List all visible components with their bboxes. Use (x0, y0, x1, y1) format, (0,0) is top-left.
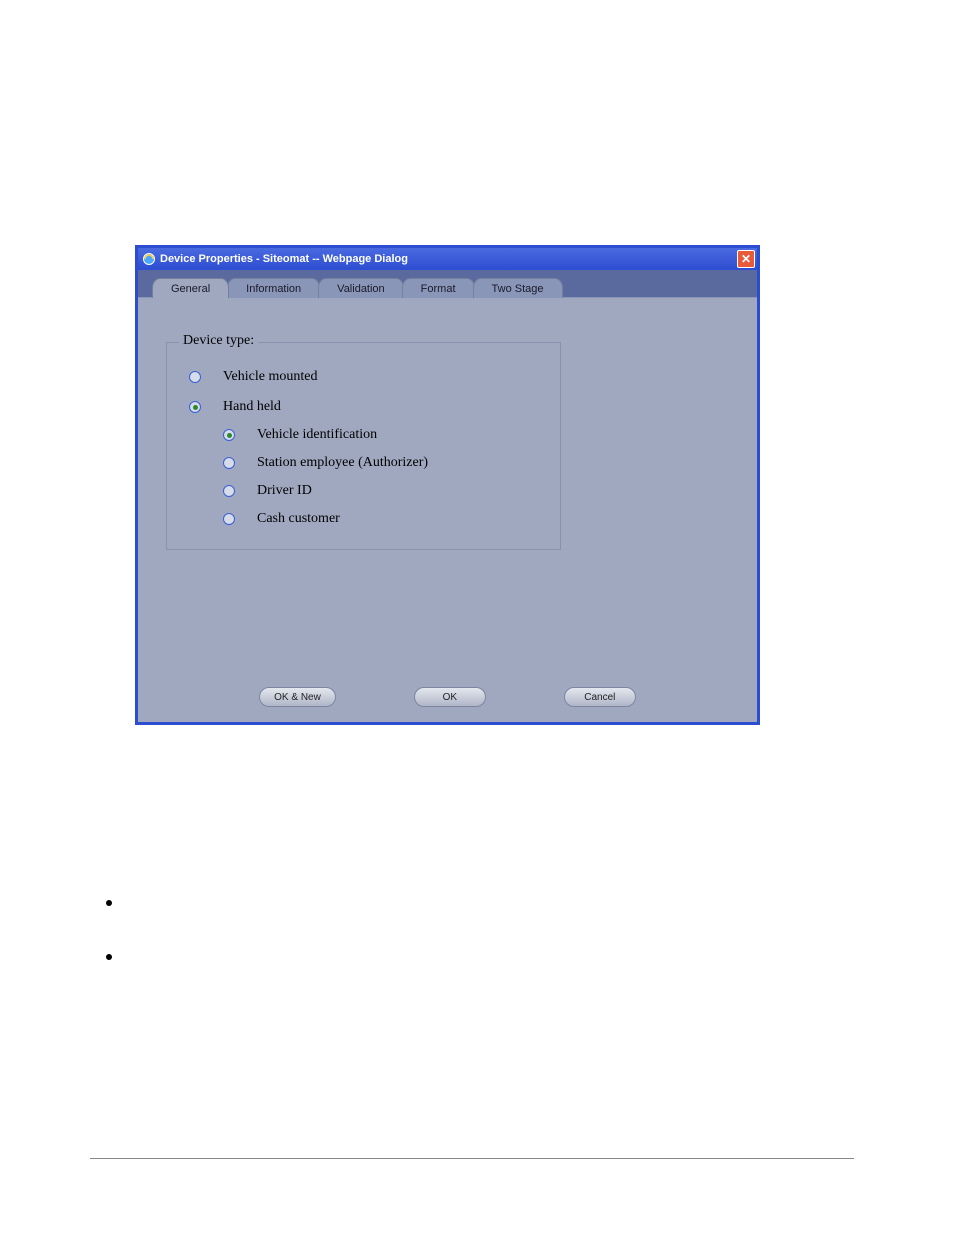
radio-vehicle-identification-row: Vehicle identification (223, 427, 542, 443)
radio-vehicle-identification[interactable] (223, 429, 235, 441)
radio-station-employee[interactable] (223, 457, 235, 469)
tab-validation[interactable]: Validation (318, 278, 404, 298)
ie-icon (142, 252, 156, 266)
bullet-item (106, 900, 112, 906)
dialog-title: Device Properties - Siteomat -- Webpage … (160, 253, 408, 265)
tab-two-stage[interactable]: Two Stage (473, 278, 563, 298)
tab-information[interactable]: Information (227, 278, 320, 298)
ok-button[interactable]: OK (414, 687, 486, 707)
device-type-group: Device type: Vehicle mounted Hand held V… (166, 342, 561, 550)
sub-options: Vehicle identification Station employee … (223, 427, 542, 527)
radio-station-employee-label: Station employee (Authorizer) (257, 455, 428, 471)
close-icon: ✕ (741, 252, 751, 266)
ok-new-button[interactable]: OK & New (259, 687, 336, 707)
radio-cash-customer[interactable] (223, 513, 235, 525)
tab-format[interactable]: Format (402, 278, 475, 298)
tab-general[interactable]: General (152, 278, 229, 298)
radio-vehicle-mounted-row: Vehicle mounted (189, 369, 542, 385)
radio-driver-id-label: Driver ID (257, 483, 312, 499)
cancel-button[interactable]: Cancel (564, 687, 636, 707)
titlebar: Device Properties - Siteomat -- Webpage … (138, 248, 757, 270)
radio-hand-held-row: Hand held (189, 399, 542, 415)
group-legend: Device type: (179, 333, 258, 349)
dialog-body: Device type: Vehicle mounted Hand held V… (138, 298, 757, 672)
page-bullets (106, 900, 112, 1008)
radio-vehicle-mounted[interactable] (189, 371, 201, 383)
footer-divider (90, 1158, 854, 1159)
tabs-row: General Information Validation Format Tw… (138, 270, 757, 298)
radio-driver-id[interactable] (223, 485, 235, 497)
radio-cash-customer-row: Cash customer (223, 511, 542, 527)
radio-hand-held[interactable] (189, 401, 201, 413)
radio-driver-id-row: Driver ID (223, 483, 542, 499)
radio-station-employee-row: Station employee (Authorizer) (223, 455, 542, 471)
radio-cash-customer-label: Cash customer (257, 511, 340, 527)
close-button[interactable]: ✕ (737, 250, 755, 268)
radio-vehicle-identification-label: Vehicle identification (257, 427, 377, 443)
radio-hand-held-label: Hand held (223, 399, 281, 415)
button-row: OK & New OK Cancel (138, 672, 757, 722)
bullet-item (106, 954, 112, 960)
device-properties-dialog: Device Properties - Siteomat -- Webpage … (135, 245, 760, 725)
radio-vehicle-mounted-label: Vehicle mounted (223, 369, 317, 385)
